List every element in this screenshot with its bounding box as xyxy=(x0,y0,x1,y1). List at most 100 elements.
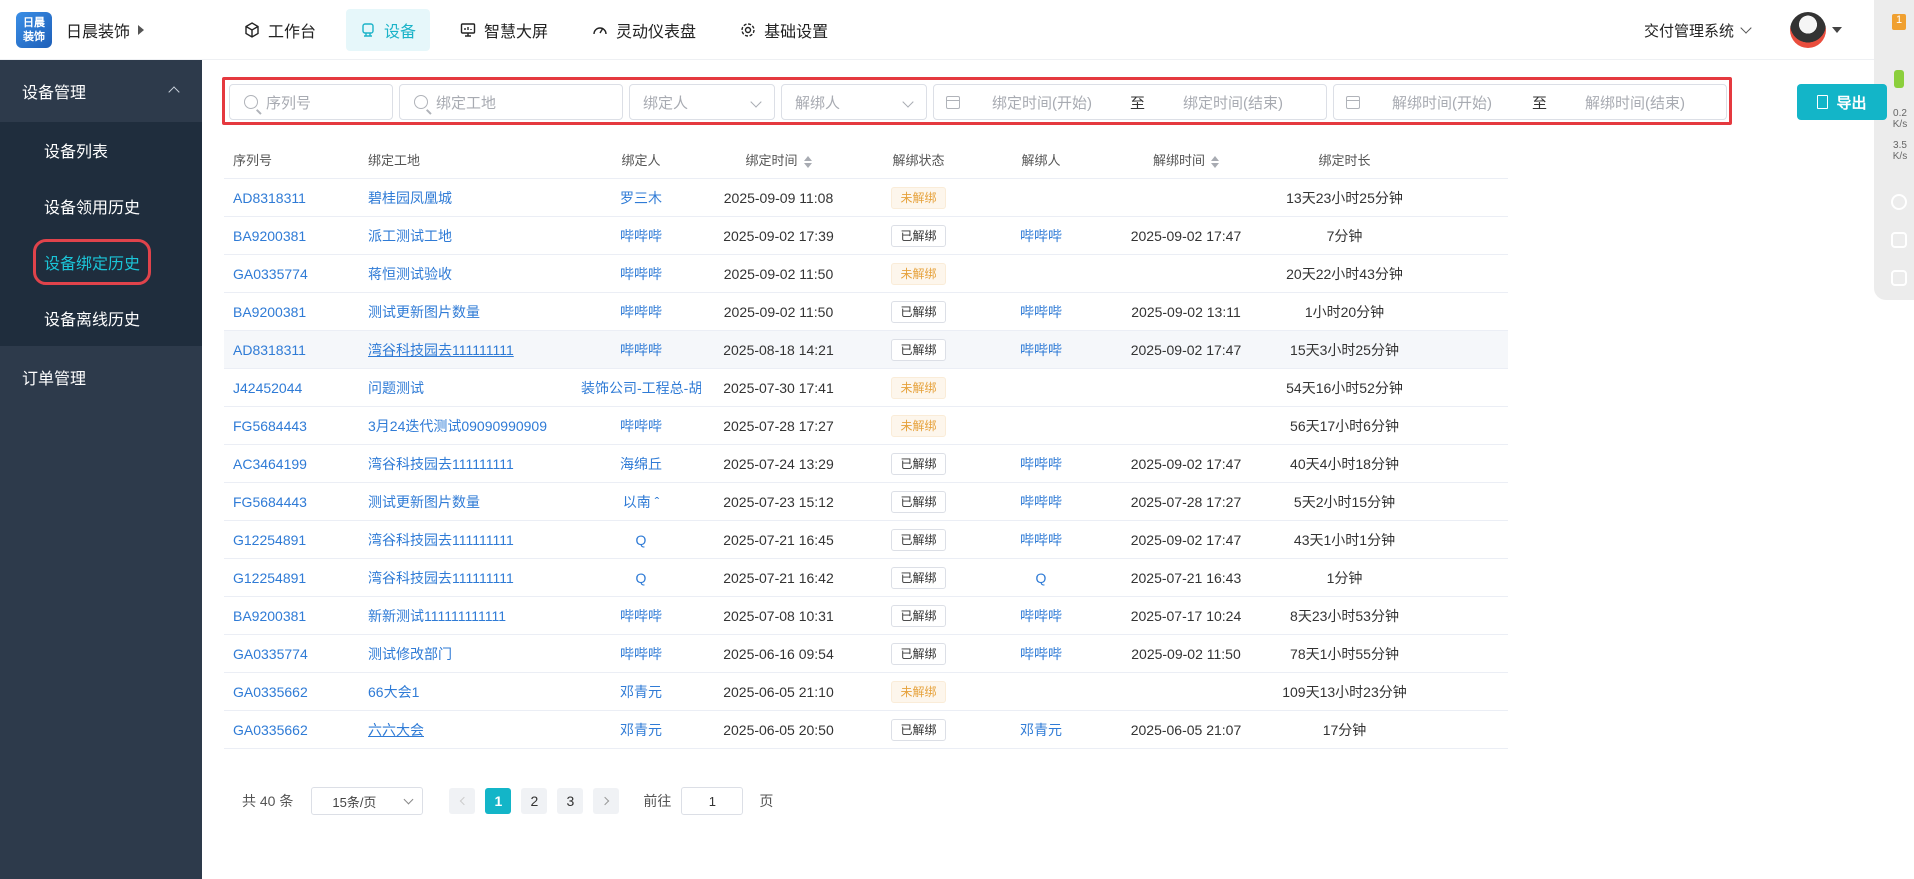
nav-item-workbench[interactable]: 工作台 xyxy=(230,9,330,51)
cell-unbinder[interactable]: 哔哔哔 xyxy=(981,644,1101,664)
table-row[interactable]: GA0335662 66大会1 邓青元 2025-06-05 21:10 未解绑 109天… xyxy=(224,673,1508,711)
table-row[interactable]: AD8318311 湾谷科技园去111111111 哔哔哔 2025-08-18 14… xyxy=(224,331,1508,369)
table-row[interactable]: GA0335774 蒋恒测试验收 哔哔哔 2025-09-02 11:50 未解绑 20天… xyxy=(224,255,1508,293)
notification-badge[interactable]: 1 xyxy=(1892,14,1906,30)
cell-binder[interactable]: 哔哔哔 xyxy=(581,226,701,246)
goto-page-input[interactable]: 1 xyxy=(681,787,744,815)
sidebar-item-device-binding-history[interactable]: 设备绑定历史 xyxy=(0,234,202,290)
brand[interactable]: 日晨 装饰 日晨装饰 xyxy=(0,0,202,60)
bind-time-range[interactable]: 绑定时间(开始) 至 绑定时间(结束) xyxy=(933,84,1327,120)
cell-site[interactable]: 蒋恒测试验收 xyxy=(358,264,581,284)
cell-unbinder[interactable]: 邓青元 xyxy=(981,720,1101,740)
table-row[interactable]: GA0335662 六六大会 邓青元 2025-06-05 20:50 已解绑 邓青元 20… xyxy=(224,711,1508,749)
cell-site[interactable]: 3月24迭代测试09090990909 xyxy=(358,416,581,436)
nav-item-big-screen[interactable]: 智慧大屏 xyxy=(446,9,562,51)
cell-serial[interactable]: G12254891 xyxy=(224,570,358,586)
table-row[interactable]: AD8318311 碧桂园凤凰城 罗三木 2025-09-09 11:08 未解绑 13天… xyxy=(224,179,1508,217)
cell-site[interactable]: 66大会1 xyxy=(358,682,581,702)
table-row[interactable]: GA0335774 测试修改部门 哔哔哔 2025-06-16 09:54 已解绑 哔哔哔… xyxy=(224,635,1508,673)
unbinder-select[interactable]: 解绑人 xyxy=(781,84,927,120)
table-row[interactable]: J42452044问题测试装饰公司-工程总-胡承仁 2025-07-30 17:4… xyxy=(224,369,1508,407)
cell-site[interactable]: 派工测试工地 xyxy=(358,226,581,246)
cell-site[interactable]: 碧桂园凤凰城 xyxy=(358,188,581,208)
cell-binder[interactable]: 邓青元 xyxy=(581,720,701,740)
binding-site-input[interactable]: 绑定工地 xyxy=(399,84,623,120)
nav-item-settings[interactable]: 基础设置 xyxy=(726,9,842,51)
sidebar-item-device-list[interactable]: 设备列表 xyxy=(0,122,202,178)
table-row[interactable]: BA9200381 新新测试111111111111 哔哔哔 2025-07-08 1… xyxy=(224,597,1508,635)
cell-unbinder[interactable]: 哔哔哔 xyxy=(981,340,1101,360)
crop-icon[interactable] xyxy=(1891,232,1907,248)
page-1-button[interactable]: 1 xyxy=(485,788,512,814)
cell-binder[interactable]: Q xyxy=(581,532,701,548)
cell-unbinder[interactable]: 哔哔哔 xyxy=(981,492,1101,512)
cell-binder[interactable]: 海绵丘 xyxy=(581,454,701,474)
cell-serial[interactable]: AC3464199 xyxy=(224,456,358,472)
header-unbind-time[interactable]: 解绑时间 xyxy=(1101,150,1271,169)
cell-site[interactable]: 湾谷科技园去111111111 xyxy=(358,340,581,360)
sidebar-item-device-offline-history[interactable]: 设备离线历史 xyxy=(0,290,202,346)
export-button[interactable]: 导出 xyxy=(1797,84,1887,120)
table-row[interactable]: BA9200381 测试更新图片数量 哔哔哔 2025-09-02 11:50 已解绑哔… xyxy=(224,293,1508,331)
cell-binder[interactable]: 装饰公司-工程总-胡承仁 xyxy=(581,378,701,398)
cell-site[interactable]: 测试更新图片数量 xyxy=(358,492,581,512)
page-3-button[interactable]: 3 xyxy=(557,788,584,814)
table-row[interactable]: FG5684443 测试更新图片数量 以南 ˆ 2025-07-23 15:12 已解绑… xyxy=(224,483,1508,521)
next-page-button[interactable] xyxy=(593,788,620,814)
header-bind-time[interactable]: 绑定时间 xyxy=(701,150,856,169)
sidebar-group-order-management[interactable]: 订单管理 xyxy=(0,346,202,408)
cell-serial[interactable]: GA0335662 xyxy=(224,684,358,700)
cell-serial[interactable]: BA9200381 xyxy=(224,304,358,320)
cell-binder[interactable]: 邓青元 xyxy=(581,682,701,702)
cell-serial[interactable]: G12254891 xyxy=(224,532,358,548)
cell-site[interactable]: 新新测试111111111111 xyxy=(358,606,581,626)
cell-unbinder[interactable]: 哔哔哔 xyxy=(981,530,1101,550)
cell-binder[interactable]: 罗三木 xyxy=(581,188,701,208)
cell-binder[interactable]: Q xyxy=(581,570,701,586)
table-row[interactable]: BA9200381 派工测试工地 哔哔哔 2025-09-02 17:39 已解绑 哔哔哔… xyxy=(224,217,1508,255)
page-size-select[interactable]: 15条/页 xyxy=(311,787,424,815)
page-2-button[interactable]: 2 xyxy=(521,788,548,814)
system-switch[interactable]: 交付管理系统 xyxy=(1644,20,1752,41)
cell-binder[interactable]: 哔哔哔 xyxy=(581,264,701,284)
cell-site[interactable]: 测试更新图片数量 xyxy=(358,302,581,322)
search-screen-icon[interactable] xyxy=(1891,270,1907,286)
cell-serial[interactable]: BA9200381 xyxy=(224,608,358,624)
nav-item-dashboard[interactable]: 灵动仪表盘 xyxy=(578,9,710,51)
binder-select[interactable]: 绑定人 xyxy=(629,84,775,120)
cell-serial[interactable]: GA0335662 xyxy=(224,722,358,738)
cell-serial[interactable]: FG5684443 xyxy=(224,418,358,434)
cell-serial[interactable]: GA0335774 xyxy=(224,266,358,282)
sidebar-group-device-management[interactable]: 设备管理 xyxy=(0,60,202,122)
sort-icon[interactable] xyxy=(1211,155,1219,168)
cell-site[interactable]: 测试修改部门 xyxy=(358,644,581,664)
cell-unbinder[interactable]: 哔哔哔 xyxy=(981,606,1101,626)
caret-down-icon[interactable] xyxy=(1832,27,1842,33)
table-row[interactable]: FG5684443 3月24迭代测试09090990909 哔哔哔 2025-07-2… xyxy=(224,407,1508,445)
chat-icon[interactable] xyxy=(1891,194,1907,210)
table-row[interactable]: G12254891 湾谷科技园去111111111 Q 2025-07-21 16:4… xyxy=(224,559,1508,597)
table-row[interactable]: AC3464199 湾谷科技园去111111111 海绵丘 2025-07-24 13… xyxy=(224,445,1508,483)
cell-binder[interactable]: 哔哔哔 xyxy=(581,340,701,360)
table-row[interactable]: G12254891 湾谷科技园去111111111 Q 2025-07-21 16:4… xyxy=(224,521,1508,559)
cell-site[interactable]: 问题测试 xyxy=(358,378,581,398)
cell-site[interactable]: 湾谷科技园去111111111 xyxy=(358,454,581,474)
cell-binder[interactable]: 哔哔哔 xyxy=(581,606,701,626)
cell-binder[interactable]: 哔哔哔 xyxy=(581,302,701,322)
unbind-time-range[interactable]: 解绑时间(开始) 至 解绑时间(结束) xyxy=(1333,84,1727,120)
cell-serial[interactable]: J42452044 xyxy=(224,380,358,396)
cell-serial[interactable]: AD8318311 xyxy=(224,190,358,206)
nav-item-device[interactable]: 设备 xyxy=(346,8,431,51)
cell-unbinder[interactable]: 哔哔哔 xyxy=(981,226,1101,246)
cell-unbinder[interactable]: 哔哔哔 xyxy=(981,454,1101,474)
avatar[interactable] xyxy=(1790,12,1826,48)
sort-icon[interactable] xyxy=(803,155,812,168)
cell-serial[interactable]: FG5684443 xyxy=(224,494,358,510)
serial-number-input[interactable]: 序列号 xyxy=(229,84,393,120)
cell-serial[interactable]: GA0335774 xyxy=(224,646,358,662)
cell-binder[interactable]: 哔哔哔 xyxy=(581,644,701,664)
prev-page-button[interactable] xyxy=(449,788,476,814)
cell-binder[interactable]: 以南 ˆ xyxy=(581,492,701,512)
cell-unbinder[interactable]: 哔哔哔 xyxy=(981,302,1101,322)
cell-site[interactable]: 湾谷科技园去111111111 xyxy=(358,568,581,588)
